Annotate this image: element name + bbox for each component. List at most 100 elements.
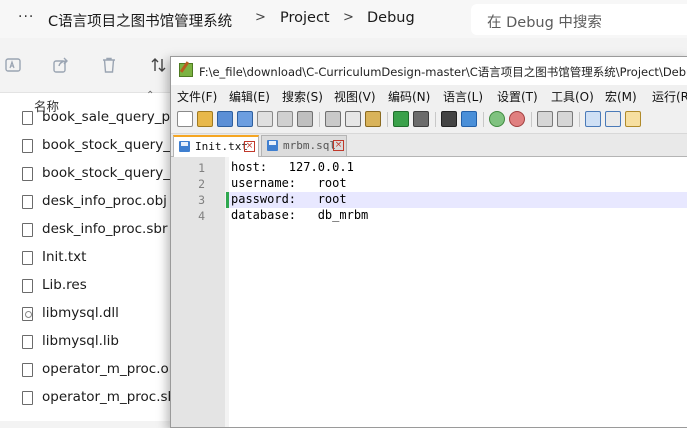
- toolbar-separator: [579, 112, 580, 127]
- more-button[interactable]: ···: [18, 9, 34, 25]
- menu-encoding[interactable]: 编码(N): [388, 88, 430, 105]
- chevron-right-icon: >: [343, 10, 354, 25]
- menu-file[interactable]: 文件(F): [177, 88, 217, 105]
- open-file-icon[interactable]: [197, 111, 213, 127]
- replace-icon[interactable]: [461, 111, 477, 127]
- tab-mrbm-sql[interactable]: mrbm.sql ×: [261, 135, 347, 156]
- file-name: desk_info_proc.obj: [42, 193, 167, 209]
- cut-icon[interactable]: [325, 111, 341, 127]
- list-item[interactable]: desk_info_proc.sbr: [0, 216, 172, 244]
- menu-search[interactable]: 搜索(S): [282, 88, 323, 105]
- toolbar-separator: [387, 112, 388, 127]
- list-item[interactable]: book_stock_query_proc: [0, 160, 199, 188]
- file-name: Init.txt: [42, 249, 87, 265]
- code-line[interactable]: database: db_mrbm: [231, 208, 368, 222]
- save-all-icon[interactable]: [237, 111, 253, 127]
- dll-icon: [22, 307, 33, 321]
- menu-language[interactable]: 语言(L): [443, 88, 483, 105]
- file-name: libmysql.lib: [42, 333, 119, 349]
- notepad-window: F:\e_file\download\C-CurriculumDesign-ma…: [170, 56, 687, 428]
- file-icon: [22, 195, 33, 209]
- sync-horizontal-icon[interactable]: [557, 111, 573, 127]
- file-name: book_sale_query_proc: [42, 109, 191, 125]
- file-name: desk_info_proc.sbr: [42, 221, 168, 237]
- line-number: 1: [198, 161, 205, 175]
- breadcrumb-debug[interactable]: Debug: [367, 10, 415, 26]
- file-name: Lib.res: [42, 277, 87, 293]
- title-bar[interactable]: F:\e_file\download\C-CurriculumDesign-ma…: [171, 57, 687, 85]
- saved-file-icon: [267, 140, 278, 151]
- close-tab-icon[interactable]: ×: [244, 141, 255, 152]
- tab-init-txt[interactable]: Init.txt ×: [173, 135, 259, 157]
- menu-run[interactable]: 运行(R): [652, 88, 687, 105]
- notepad-app-icon: [179, 63, 193, 77]
- redo-icon[interactable]: [413, 111, 429, 127]
- list-item[interactable]: Init.txt: [0, 244, 172, 272]
- list-item[interactable]: operator_m_proc.sbr: [0, 384, 182, 412]
- close-tab-icon[interactable]: ×: [333, 140, 344, 151]
- sort-icon[interactable]: [150, 56, 168, 74]
- tab-bar: Init.txt × mrbm.sql ×: [171, 134, 687, 157]
- breadcrumb-project-root[interactable]: C语言项目之图书馆管理系统: [48, 10, 232, 31]
- toolbar-separator: [319, 112, 320, 127]
- line-number: 3: [198, 193, 205, 207]
- list-item[interactable]: libmysql.lib: [0, 328, 172, 356]
- file-name: libmysql.dll: [42, 305, 119, 321]
- change-history-marker: [226, 192, 229, 208]
- file-icon: [22, 335, 33, 349]
- editor-toolbar: [171, 107, 687, 134]
- file-icon: [22, 279, 33, 293]
- breadcrumb-project[interactable]: Project: [280, 10, 330, 26]
- zoom-out-icon[interactable]: [509, 111, 525, 127]
- zoom-in-icon[interactable]: [489, 111, 505, 127]
- line-number: 2: [198, 177, 205, 191]
- list-item[interactable]: Lib.res: [0, 272, 172, 300]
- explorer-address-bar: ··· C语言项目之图书馆管理系统 > Project > Debug 在 De…: [0, 0, 687, 38]
- menu-macro[interactable]: 宏(M): [605, 88, 637, 105]
- file-name: operator_m_proc.obj: [42, 361, 182, 377]
- list-item[interactable]: book_sale_query_proc: [0, 104, 191, 132]
- text-editor[interactable]: 1 2 3 4 host: 127.0.0.1 username: root p…: [171, 157, 687, 427]
- save-icon[interactable]: [217, 111, 233, 127]
- tab-label: Init.txt: [195, 140, 248, 153]
- rename-icon[interactable]: [4, 56, 22, 74]
- show-all-chars-icon[interactable]: [605, 111, 621, 127]
- code-line[interactable]: username: root: [231, 176, 347, 190]
- code-line[interactable]: host: 127.0.0.1: [231, 160, 354, 174]
- word-wrap-icon[interactable]: [585, 111, 601, 127]
- list-item[interactable]: operator_m_proc.obj: [0, 356, 181, 384]
- sync-vertical-icon[interactable]: [537, 111, 553, 127]
- window-title: F:\e_file\download\C-CurriculumDesign-ma…: [199, 65, 687, 79]
- search-input[interactable]: 在 Debug 中搜索: [471, 4, 687, 35]
- tab-label: mrbm.sql: [283, 139, 336, 152]
- menu-view[interactable]: 视图(V): [334, 88, 376, 105]
- menu-tools[interactable]: 工具(O): [551, 88, 594, 105]
- indent-guide-icon[interactable]: [625, 111, 641, 127]
- file-icon: [22, 111, 33, 125]
- saved-file-icon: [179, 141, 190, 152]
- close-all-icon[interactable]: [277, 111, 293, 127]
- toolbar-separator: [483, 112, 484, 127]
- copy-icon[interactable]: [345, 111, 361, 127]
- undo-icon[interactable]: [393, 111, 409, 127]
- list-item[interactable]: libmysql.dll: [0, 300, 172, 328]
- delete-icon[interactable]: [100, 56, 118, 74]
- code-line[interactable]: password: root: [231, 192, 347, 206]
- file-icon: [22, 139, 33, 153]
- menu-edit[interactable]: 编辑(E): [229, 88, 270, 105]
- file-icon: [22, 223, 33, 237]
- close-file-icon[interactable]: [257, 111, 273, 127]
- paste-icon[interactable]: [365, 111, 381, 127]
- list-item[interactable]: book_stock_query_proc: [0, 132, 199, 160]
- toolbar-separator: [435, 112, 436, 127]
- share-icon[interactable]: [52, 56, 70, 74]
- print-icon[interactable]: [297, 111, 313, 127]
- new-file-icon[interactable]: [177, 111, 193, 127]
- file-icon: [22, 251, 33, 265]
- menu-settings[interactable]: 设置(T): [497, 88, 538, 105]
- list-item[interactable]: desk_info_proc.obj: [0, 188, 172, 216]
- file-name: operator_m_proc.sbr: [42, 389, 182, 405]
- toolbar-separator: [531, 112, 532, 127]
- find-icon[interactable]: [441, 111, 457, 127]
- sort-ascending-icon: ⌃: [146, 90, 155, 101]
